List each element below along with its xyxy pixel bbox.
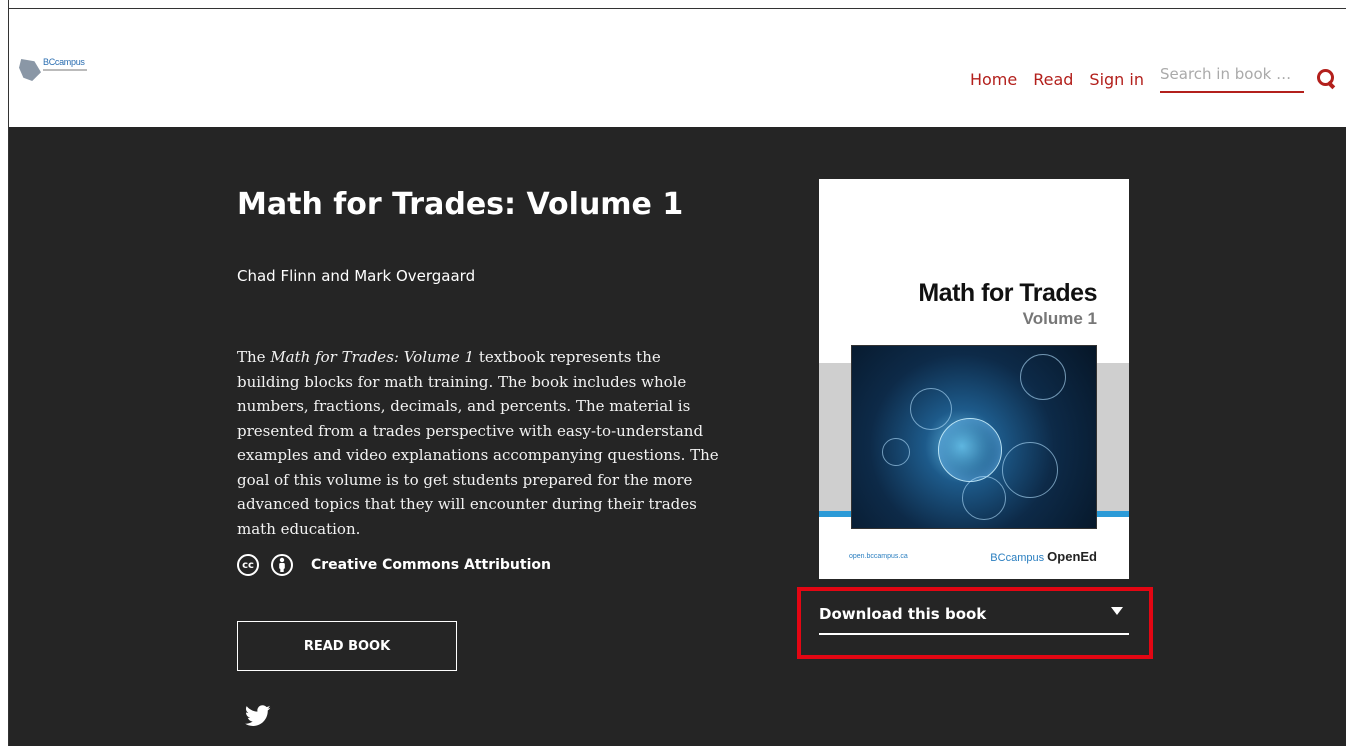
cover-volume: Volume 1: [1022, 309, 1097, 328]
search-icon[interactable]: [1316, 68, 1336, 90]
nav-home-link[interactable]: Home: [970, 70, 1017, 89]
book-cover[interactable]: Math for Trades Volume 1 open.bccampus.c…: [819, 179, 1129, 579]
cover-footer-brand-a: BCcampus: [990, 552, 1045, 564]
highlight-box: [797, 587, 1153, 659]
bccampus-logo[interactable]: BCcampus: [19, 57, 91, 83]
twitter-share-icon[interactable]: [244, 705, 271, 727]
cover-orb: [910, 388, 952, 430]
creative-commons-icon: cc: [237, 554, 259, 576]
search-icon-handle: [1326, 80, 1336, 90]
book-authors: Chad Flinn and Mark Overgaard: [237, 267, 476, 285]
site-header: BCcampus Home Read Sign in: [9, 9, 1346, 127]
cover-artwork: [851, 345, 1097, 529]
search-input[interactable]: [1160, 65, 1294, 83]
bc-map-icon: [19, 59, 41, 81]
cover-orb: [1020, 354, 1066, 400]
logo-tagline: [43, 69, 87, 71]
cover-orb: [938, 418, 1002, 482]
license-info: cc Creative Commons Attribution: [237, 554, 551, 576]
book-description: The Math for Trades: Volume 1 textbook r…: [237, 345, 727, 541]
book-hero: Math for Trades: Volume 1 Chad Flinn and…: [9, 127, 1346, 746]
cover-orb: [1002, 442, 1058, 498]
read-book-button[interactable]: READ BOOK: [237, 621, 457, 671]
person-icon: [279, 557, 285, 572]
cover-footer-brand-b: OpenEd: [1047, 549, 1097, 564]
cover-orb: [962, 476, 1006, 520]
book-title: Math for Trades: Volume 1: [237, 187, 684, 222]
logo-text: BCcampus: [43, 57, 85, 67]
search-box: [1160, 65, 1304, 93]
twitter-bird-icon: [244, 705, 271, 726]
nav-sign-in-link[interactable]: Sign in: [1089, 70, 1144, 89]
attribution-icon: [271, 554, 293, 576]
main-nav: Home Read Sign in: [970, 65, 1336, 93]
cover-title: Math for Trades: [918, 279, 1097, 307]
description-text: textbook represents the building blocks …: [237, 348, 719, 538]
cover-footer-brand: BCcampus OpenEd: [990, 549, 1097, 564]
nav-read-link[interactable]: Read: [1033, 70, 1073, 89]
cover-orb: [882, 438, 910, 466]
description-prefix: The: [237, 348, 271, 366]
cover-footer-url: open.bccampus.ca: [849, 553, 908, 560]
license-label[interactable]: Creative Commons Attribution: [311, 557, 551, 573]
description-book-title: Math for Trades: Volume 1: [270, 348, 475, 366]
